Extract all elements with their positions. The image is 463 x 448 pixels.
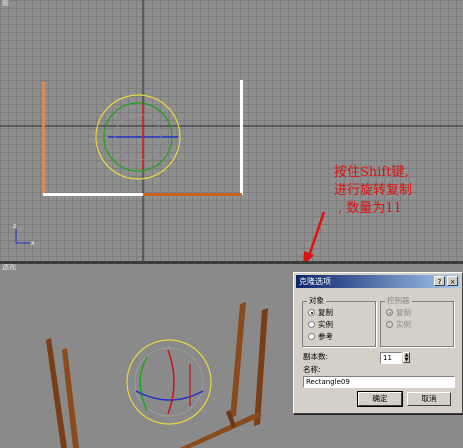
object-instance-radio[interactable]: 实例 (308, 320, 333, 330)
ok-button[interactable]: 确定 (358, 392, 402, 406)
front-scene: z x (0, 0, 463, 262)
copies-input[interactable]: 11 (380, 352, 402, 364)
controller-group-legend: 控制器 (385, 296, 412, 306)
radio-dot[interactable] (308, 309, 315, 316)
controller-group: 控制器 复制 实例 (380, 296, 454, 347)
axis-tripod-z-label: z (13, 223, 16, 230)
radio-dot[interactable] (308, 333, 315, 340)
object-reference-radio[interactable]: 参考 (308, 332, 333, 342)
object-group: 对象 复制 实例 参考 (302, 296, 376, 347)
base-beam (143, 193, 242, 196)
radio-dot[interactable] (386, 309, 393, 316)
front-viewport[interactable]: 前 z x 按住Shift键, 进行旋转复制 , 数量为11 (0, 0, 463, 262)
wood-post-d (254, 308, 268, 426)
radio-dot[interactable] (308, 321, 315, 328)
radio-dot[interactable] (386, 321, 393, 328)
annotation-arrow-shaft (306, 211, 326, 260)
object-copy-radio[interactable]: 复制 (308, 308, 333, 318)
copies-label: 副本数: (303, 352, 329, 361)
name-label: 名称: (303, 365, 321, 374)
help-button[interactable]: ? (434, 276, 445, 286)
base-beam-selected (43, 193, 143, 196)
persp-gizmo-red-arc[interactable] (167, 349, 175, 415)
post-right (240, 80, 243, 195)
axis-tripod-x-label: x (31, 240, 35, 247)
post-left-highlight (42, 82, 45, 195)
object-group-legend: 对象 (307, 296, 326, 306)
annotation-line-1: 按住Shift键, (334, 165, 409, 180)
annotation-line-3: , 数量为11 (338, 201, 402, 216)
close-button[interactable]: × (447, 276, 458, 286)
cancel-button[interactable]: 取消 (407, 392, 451, 406)
name-input[interactable]: Rectangle09 (303, 376, 455, 388)
clone-options-dialog: 克隆选项 ? × 对象 复制 实例 参考 控制器 复制 实例 副本数: 11 ▲… (293, 272, 463, 414)
dialog-title: 克隆选项 (299, 277, 331, 286)
dialog-titlebar[interactable]: 克隆选项 ? × (296, 275, 460, 288)
wood-post-c (230, 302, 246, 418)
controller-instance-radio[interactable]: 实例 (386, 320, 411, 330)
copies-spinner[interactable]: ▲ ▼ (403, 352, 410, 363)
controller-copy-radio[interactable]: 复制 (386, 308, 411, 318)
annotation-line-2: 进行旋转复制 (334, 183, 413, 198)
persp-gizmo-blue-arc[interactable] (135, 390, 204, 401)
